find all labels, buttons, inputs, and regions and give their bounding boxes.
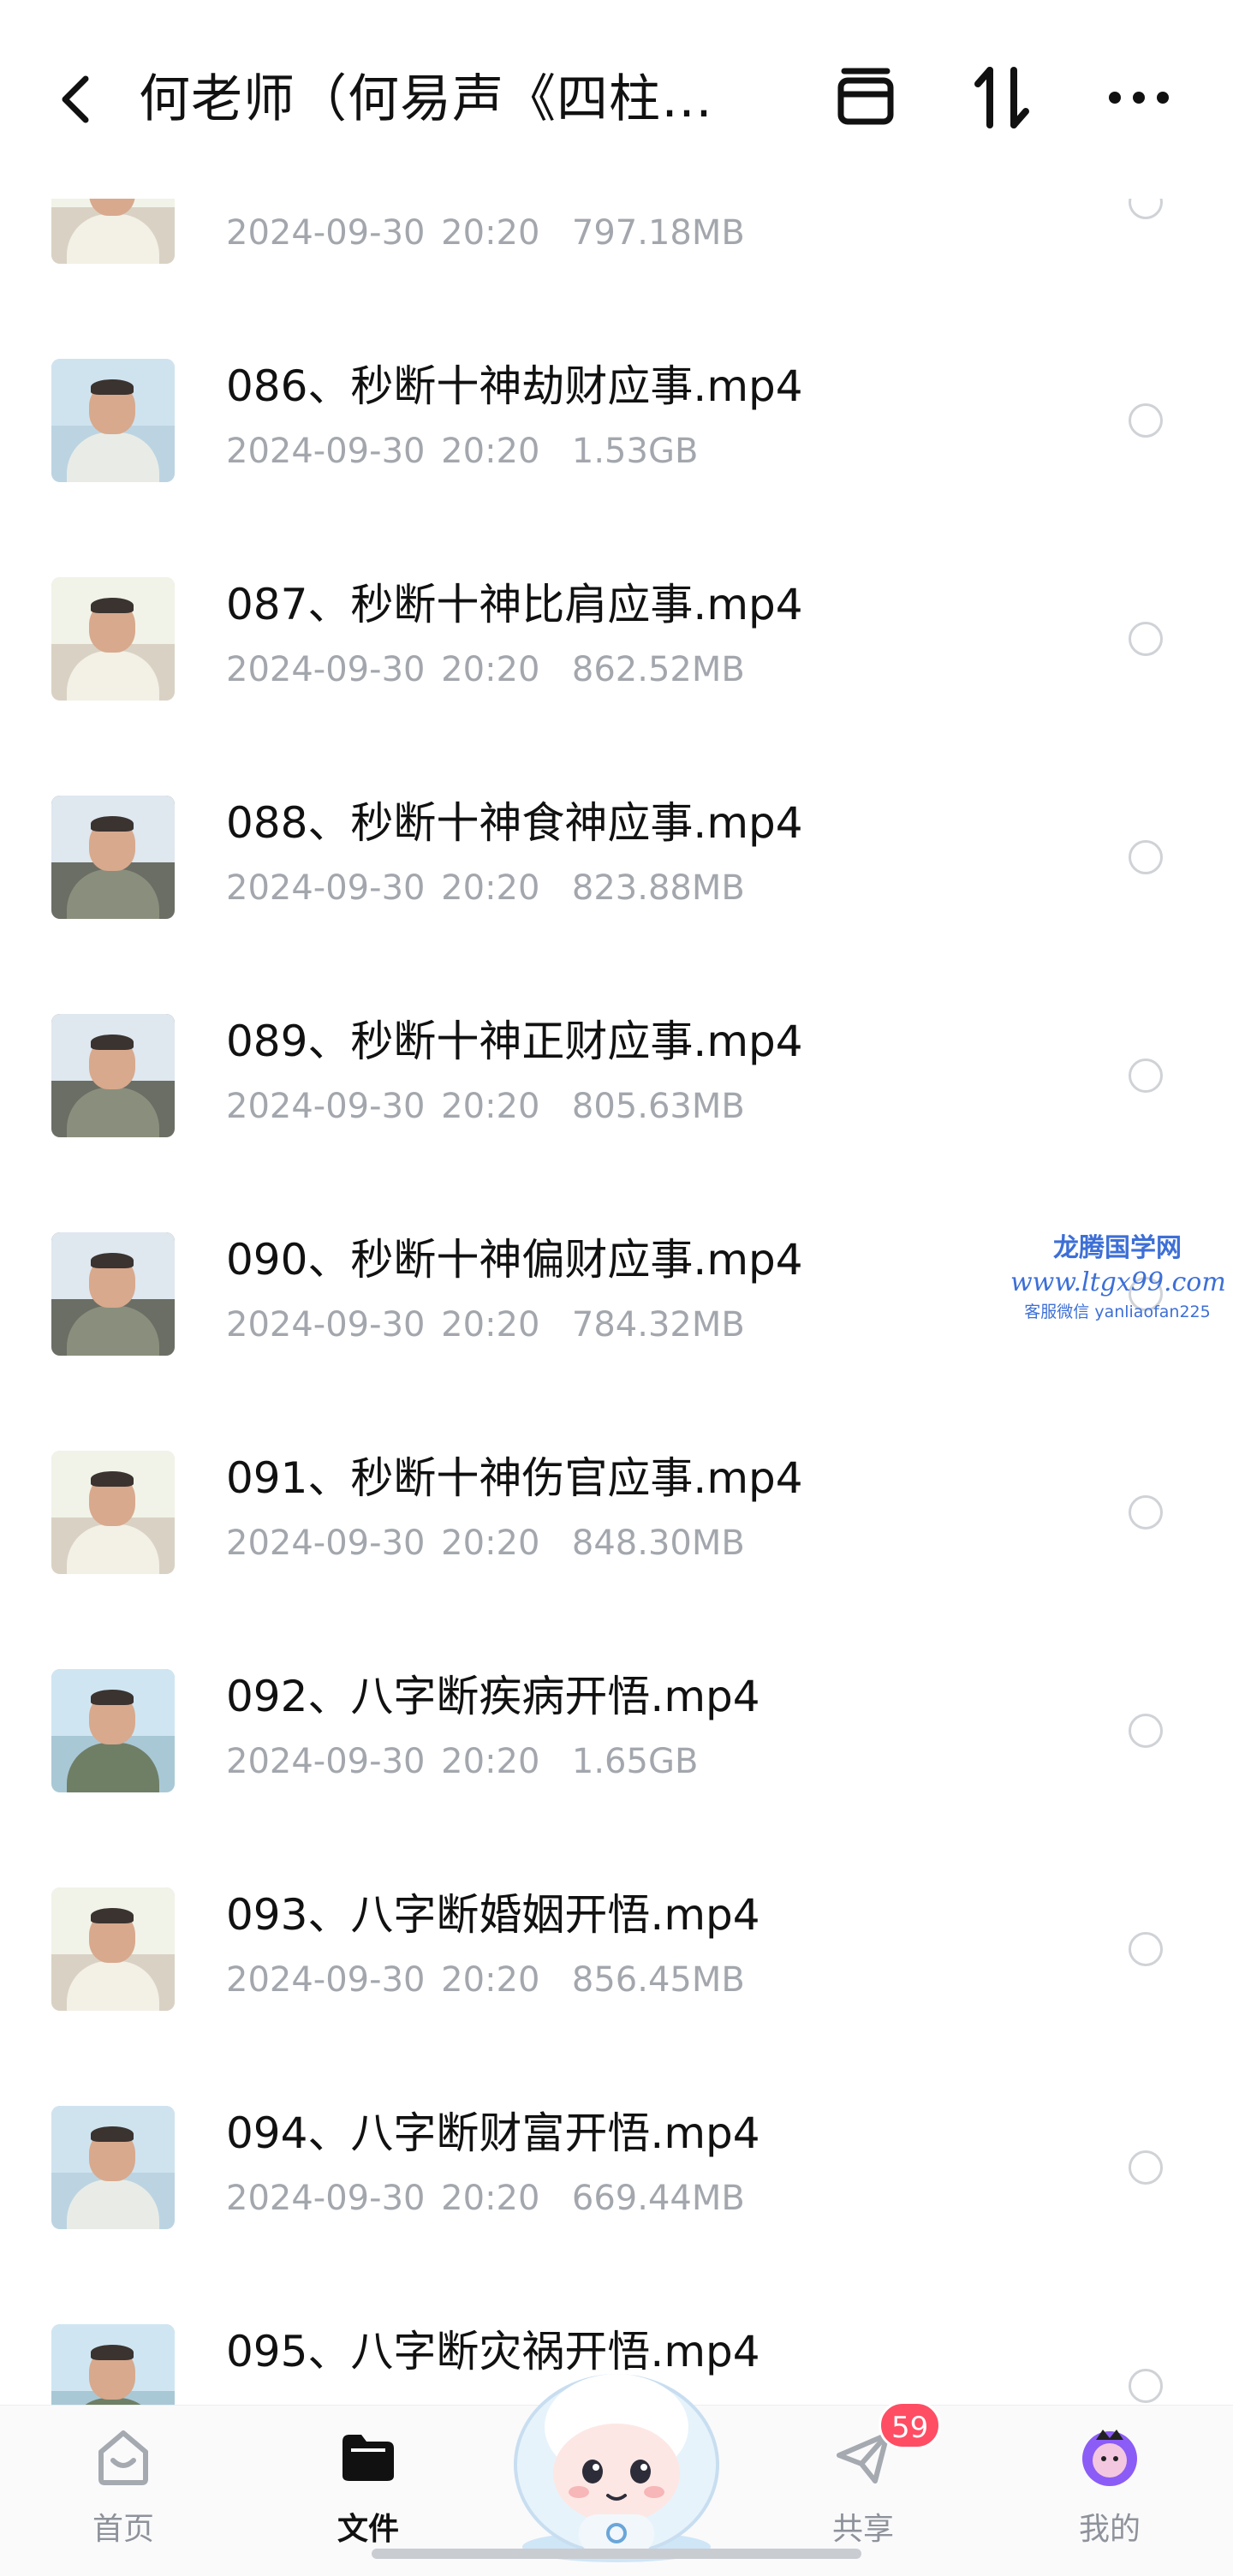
page-title: 何老师（何易声《四柱… bbox=[139, 69, 713, 129]
tab-home-label: 首页 bbox=[92, 2512, 154, 2547]
select-radio[interactable] bbox=[1129, 622, 1163, 656]
file-date: 2024-09-30 20:20 bbox=[226, 2179, 540, 2218]
watermark-title: 龙腾国学网 bbox=[1053, 1233, 1182, 1263]
file-name: 091、秒断十神伤官应事.mp4 bbox=[226, 1453, 803, 1503]
file-size: 862.52MB bbox=[571, 650, 745, 689]
video-thumbnail bbox=[51, 577, 175, 701]
tab-me[interactable]: 我的 bbox=[1007, 2406, 1212, 2576]
select-radio[interactable] bbox=[1129, 1058, 1163, 1093]
file-row[interactable]: 094、八字断财富开悟.mp4 2024-09-30 20:20 669.44MB bbox=[0, 2080, 1233, 2299]
file-size: 856.45MB bbox=[571, 1960, 745, 2000]
back-button[interactable] bbox=[53, 69, 101, 130]
file-meta: 2024-09-30 20:20 823.88MB bbox=[226, 864, 745, 912]
file-meta: 2024-09-30 20:20 848.30MB bbox=[226, 1519, 745, 1567]
file-date: 2024-09-30 20:20 bbox=[226, 213, 540, 253]
more-icon bbox=[1109, 92, 1169, 104]
tab-me-label: 我的 bbox=[1078, 2512, 1141, 2547]
file-date: 2024-09-30 20:20 bbox=[226, 1524, 540, 1563]
top-bar: 何老师（何易声《四柱… bbox=[0, 0, 1233, 199]
file-meta: 2024-09-30 20:20 805.63MB bbox=[226, 1082, 745, 1130]
mascot-button[interactable] bbox=[497, 2345, 736, 2567]
home-smile-icon bbox=[98, 2430, 148, 2485]
file-date: 2024-09-30 20:20 bbox=[226, 1742, 540, 1781]
file-date: 2024-09-30 20:20 bbox=[226, 650, 540, 689]
tab-files-label: 文件 bbox=[337, 2512, 399, 2547]
file-row[interactable]: 093、八字断婚姻开悟.mp4 2024-09-30 20:20 856.45MB bbox=[0, 1862, 1233, 2080]
select-radio[interactable] bbox=[1129, 1714, 1163, 1748]
video-thumbnail bbox=[51, 2324, 175, 2406]
select-radio[interactable] bbox=[1129, 1932, 1163, 1966]
file-meta: 2024-09-30 20:20 669.44MB bbox=[226, 2174, 745, 2222]
avatar-icon bbox=[1082, 2430, 1137, 2486]
video-thumbnail bbox=[51, 1014, 175, 1137]
file-name: 088、秒断十神食神应事.mp4 bbox=[226, 798, 803, 848]
file-name: 086、秒断十神劫财应事.mp4 bbox=[226, 361, 803, 411]
file-size: 1.53GB bbox=[571, 432, 699, 471]
file-list[interactable]: 085、秒断十神偏印应事.mp42024-09-30 20:20 797.18M… bbox=[0, 0, 1233, 2406]
file-row[interactable]: 087、秒断十神比肩应事.mp4 2024-09-30 20:20 862.52M… bbox=[0, 552, 1233, 770]
video-thumbnail bbox=[51, 796, 175, 919]
file-size: 669.44MB bbox=[571, 2179, 745, 2218]
file-row[interactable]: 091、秒断十神伤官应事.mp4 2024-09-30 20:20 848.30M… bbox=[0, 1425, 1233, 1643]
file-row[interactable]: 088、秒断十神食神应事.mp4 2024-09-30 20:20 823.88M… bbox=[0, 770, 1233, 988]
file-size: 805.63MB bbox=[571, 1087, 745, 1126]
video-thumbnail bbox=[51, 1451, 175, 1574]
file-row[interactable]: 086、秒断十神劫财应事.mp4 2024-09-30 20:20 1.53GB bbox=[0, 333, 1233, 552]
watermark: 龙腾国学网 www.ltgx99.com 客服微信 yanliaofan225 bbox=[1010, 1231, 1226, 1324]
file-date: 2024-09-30 20:20 bbox=[226, 432, 540, 471]
file-meta: 2024-09-30 20:20 784.32MB bbox=[226, 1301, 745, 1349]
file-date: 2024-09-30 20:20 bbox=[226, 868, 540, 908]
video-thumbnail bbox=[51, 1232, 175, 1356]
file-name: 087、秒断十神比肩应事.mp4 bbox=[226, 580, 803, 629]
file-size: 784.32MB bbox=[571, 1305, 745, 1345]
watermark-url: www.ltgx99.com bbox=[1010, 1267, 1226, 1297]
file-size: 1.65GB bbox=[571, 1742, 699, 1781]
file-date: 2024-09-30 20:20 bbox=[226, 1087, 540, 1126]
home-indicator bbox=[372, 2549, 861, 2559]
file-meta: 2024-09-30 20:20 1.53GB bbox=[226, 427, 698, 475]
select-radio[interactable] bbox=[1129, 2369, 1163, 2403]
file-date: 2024-09-30 20:20 bbox=[226, 1305, 540, 1345]
more-button[interactable] bbox=[1103, 62, 1175, 134]
archive-button[interactable] bbox=[829, 62, 901, 134]
tab-home[interactable]: 首页 bbox=[21, 2406, 226, 2576]
file-name: 090、秒断十神偏财应事.mp4 bbox=[226, 1235, 803, 1285]
folder-icon bbox=[342, 2435, 394, 2481]
file-name: 093、八字断婚姻开悟.mp4 bbox=[226, 1890, 760, 1940]
file-name: 094、八字断财富开悟.mp4 bbox=[226, 2108, 760, 2158]
file-name: 092、八字断疾病开悟.mp4 bbox=[226, 1672, 760, 1721]
sort-button[interactable] bbox=[966, 62, 1038, 134]
share-count-badge: 59 bbox=[879, 2401, 942, 2449]
file-row[interactable]: 092、八字断疾病开悟.mp4 2024-09-30 20:20 1.65GB bbox=[0, 1643, 1233, 1862]
mascot-icon bbox=[514, 2374, 719, 2562]
select-radio[interactable] bbox=[1129, 840, 1163, 874]
select-radio[interactable] bbox=[1129, 403, 1163, 438]
file-meta: 2024-09-30 20:20 856.45MB bbox=[226, 1956, 745, 2004]
video-thumbnail bbox=[51, 1669, 175, 1792]
video-thumbnail bbox=[51, 2106, 175, 2229]
tab-share-label: 共享 bbox=[831, 2512, 894, 2547]
sort-icon bbox=[974, 67, 1029, 128]
file-meta: 2024-09-30 20:20 1.65GB bbox=[226, 1738, 698, 1786]
file-meta: 2024-09-30 20:20 797.18MB bbox=[226, 209, 745, 257]
chevron-left-icon bbox=[62, 75, 89, 123]
video-thumbnail bbox=[51, 359, 175, 482]
video-thumbnail bbox=[51, 1887, 175, 2011]
file-size: 848.30MB bbox=[571, 1524, 745, 1563]
file-size: 797.18MB bbox=[571, 213, 745, 253]
watermark-contact: 客服微信 yanliaofan225 bbox=[1024, 1303, 1211, 1321]
file-name: 089、秒断十神正财应事.mp4 bbox=[226, 1017, 803, 1066]
file-row[interactable]: 089、秒断十神正财应事.mp4 2024-09-30 20:20 805.63M… bbox=[0, 988, 1233, 1207]
file-size: 823.88MB bbox=[571, 868, 745, 908]
select-radio[interactable] bbox=[1129, 1495, 1163, 1530]
file-meta: 2024-09-30 20:20 862.52MB bbox=[226, 646, 745, 694]
archive-box-icon bbox=[837, 68, 894, 125]
file-date: 2024-09-30 20:20 bbox=[226, 1960, 540, 2000]
select-radio[interactable] bbox=[1129, 2150, 1163, 2185]
